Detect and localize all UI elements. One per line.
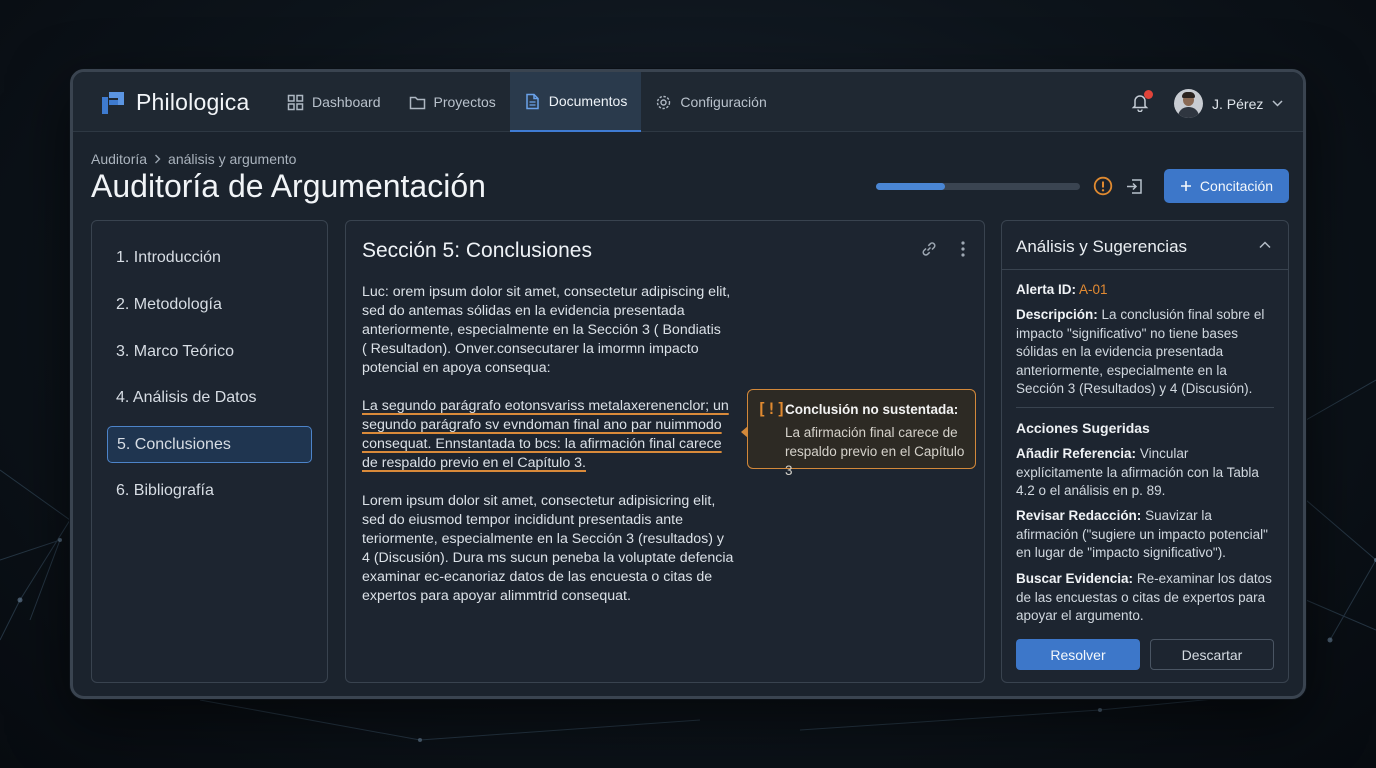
nav-documentos-label: Documentos bbox=[548, 93, 628, 109]
user-menu[interactable]: J. Pérez bbox=[1174, 89, 1283, 118]
concitacion-label: Concitación bbox=[1199, 178, 1274, 194]
top-navigation-bar: Philologica Dashboard Proyectos Document… bbox=[73, 72, 1303, 132]
folder-icon bbox=[409, 96, 425, 109]
toc-item-label: 1. Introducción bbox=[116, 248, 221, 266]
action-label: Añadir Referencia: bbox=[1016, 446, 1137, 461]
description-label: Descripción: bbox=[1016, 307, 1098, 322]
toc-item-conclusiones[interactable]: 5. Conclusiones bbox=[107, 426, 312, 463]
alert-description: Descripción: La conclusión final sobre e… bbox=[1016, 306, 1276, 399]
paragraph-flagged[interactable]: La segundo parágrafo eotonsvariss metala… bbox=[362, 397, 737, 473]
app-window: Philologica Dashboard Proyectos Document… bbox=[70, 69, 1306, 699]
progress-fill bbox=[876, 183, 946, 190]
action-item[interactable]: Buscar Evidencia: Re-examinar los datos … bbox=[1016, 570, 1276, 626]
audit-progress-bar bbox=[876, 183, 1080, 190]
callout-body: La afirmación final carece de respaldo p… bbox=[785, 425, 965, 478]
toc-item-analisis-datos[interactable]: 4. Análisis de Datos bbox=[107, 379, 312, 416]
chevron-down-icon bbox=[1272, 100, 1283, 107]
action-item[interactable]: Revisar Redacción: Suavizar la afirmació… bbox=[1016, 507, 1276, 563]
app-name: Philologica bbox=[136, 89, 250, 115]
app-logo[interactable]: Philologica bbox=[100, 89, 249, 116]
issue-callout[interactable]: [!] Conclusión no sustentada: La afirmac… bbox=[741, 389, 976, 478]
toc-item-introduccion[interactable]: 1. Introducción bbox=[107, 239, 312, 276]
export-icon bbox=[1127, 179, 1142, 194]
chevron-up-icon[interactable] bbox=[1259, 241, 1271, 249]
action-item[interactable]: Añadir Referencia: Vincular explícitamen… bbox=[1016, 445, 1276, 501]
link-icon[interactable] bbox=[920, 240, 938, 258]
alert-bracket-icon: [!] bbox=[757, 399, 786, 418]
toc-item-label: 6. Bibliografía bbox=[116, 481, 214, 499]
gear-icon bbox=[657, 95, 671, 109]
warning-button[interactable] bbox=[1093, 176, 1113, 201]
document-icon bbox=[526, 93, 539, 109]
notification-badge bbox=[1144, 90, 1153, 99]
alert-id-label: Alerta ID: bbox=[1016, 282, 1077, 297]
discard-button[interactable]: Descartar bbox=[1150, 639, 1274, 670]
plus-icon bbox=[1180, 181, 1191, 191]
action-label: Revisar Redacción: bbox=[1016, 508, 1142, 523]
breadcrumb: Auditoría análisis y argumento bbox=[91, 151, 296, 167]
analysis-header[interactable]: Análisis y Sugerencias bbox=[1002, 221, 1288, 270]
user-name: J. Pérez bbox=[1212, 95, 1264, 112]
chevron-right-icon bbox=[155, 154, 161, 164]
divider bbox=[1016, 407, 1274, 408]
table-of-contents: 1. Introducción 2. Metodología 3. Marco … bbox=[91, 220, 328, 683]
toc-item-metodologia[interactable]: 2. Metodología bbox=[107, 286, 312, 323]
flagged-text: La segundo parágrafo eotonsvariss metala… bbox=[362, 398, 729, 471]
toc-item-bibliografia[interactable]: 6. Bibliografía bbox=[107, 472, 312, 509]
toc-item-label: 4. Análisis de Datos bbox=[116, 388, 257, 406]
page-title: Auditoría de Argumentación bbox=[91, 168, 486, 204]
analysis-panel: Análisis y Sugerencias Alerta ID: A-01 D… bbox=[1001, 220, 1289, 683]
nav-configuracion-label: Configuración bbox=[680, 94, 767, 110]
document-editor: Sección 5: Conclusiones Luc: orem ipsum … bbox=[345, 220, 985, 683]
main-nav: Dashboard Proyectos Documentos Configura… bbox=[273, 72, 781, 132]
nav-dashboard-label: Dashboard bbox=[312, 94, 381, 110]
toc-item-label: 2. Metodología bbox=[116, 295, 222, 313]
breadcrumb-current: análisis y argumento bbox=[168, 151, 297, 167]
nav-proyectos-label: Proyectos bbox=[433, 94, 496, 110]
analysis-title: Análisis y Sugerencias bbox=[1016, 237, 1188, 256]
nav-documentos[interactable]: Documentos bbox=[509, 72, 642, 132]
export-button[interactable] bbox=[1125, 177, 1144, 201]
nav-dashboard[interactable]: Dashboard bbox=[273, 72, 395, 132]
action-label: Buscar Evidencia: bbox=[1016, 571, 1134, 586]
warning-icon bbox=[1093, 176, 1113, 196]
avatar bbox=[1174, 89, 1203, 118]
toc-item-label: 3. Marco Teórico bbox=[116, 342, 234, 360]
toc-item-label: 5. Conclusiones bbox=[117, 435, 231, 453]
alert-id-value: A-01 bbox=[1079, 282, 1108, 297]
logo-icon bbox=[102, 92, 124, 114]
notifications-button[interactable] bbox=[1131, 90, 1153, 117]
nav-configuracion[interactable]: Configuración bbox=[641, 72, 780, 132]
nav-proyectos[interactable]: Proyectos bbox=[395, 72, 510, 132]
section-title: Sección 5: Conclusiones bbox=[362, 239, 592, 262]
callout-title: Conclusión no sustentada: bbox=[785, 402, 959, 417]
grid-icon bbox=[287, 94, 304, 110]
more-vertical-icon[interactable] bbox=[960, 240, 966, 258]
breadcrumb-root[interactable]: Auditoría bbox=[91, 151, 147, 167]
resolve-button[interactable]: Resolver bbox=[1016, 639, 1140, 670]
concitacion-button[interactable]: Concitación bbox=[1164, 169, 1289, 203]
paragraph-3[interactable]: Lorem ipsum dolor sit amet, consectetur … bbox=[362, 492, 737, 606]
actions-title: Acciones Sugeridas bbox=[1016, 420, 1150, 436]
alert-id-line: Alerta ID: A-01 bbox=[1016, 281, 1276, 300]
toc-item-marco-teorico[interactable]: 3. Marco Teórico bbox=[107, 333, 312, 370]
paragraph-1[interactable]: Luc: orem ipsum dolor sit amet, consecte… bbox=[362, 283, 737, 378]
document-actions bbox=[920, 240, 966, 258]
